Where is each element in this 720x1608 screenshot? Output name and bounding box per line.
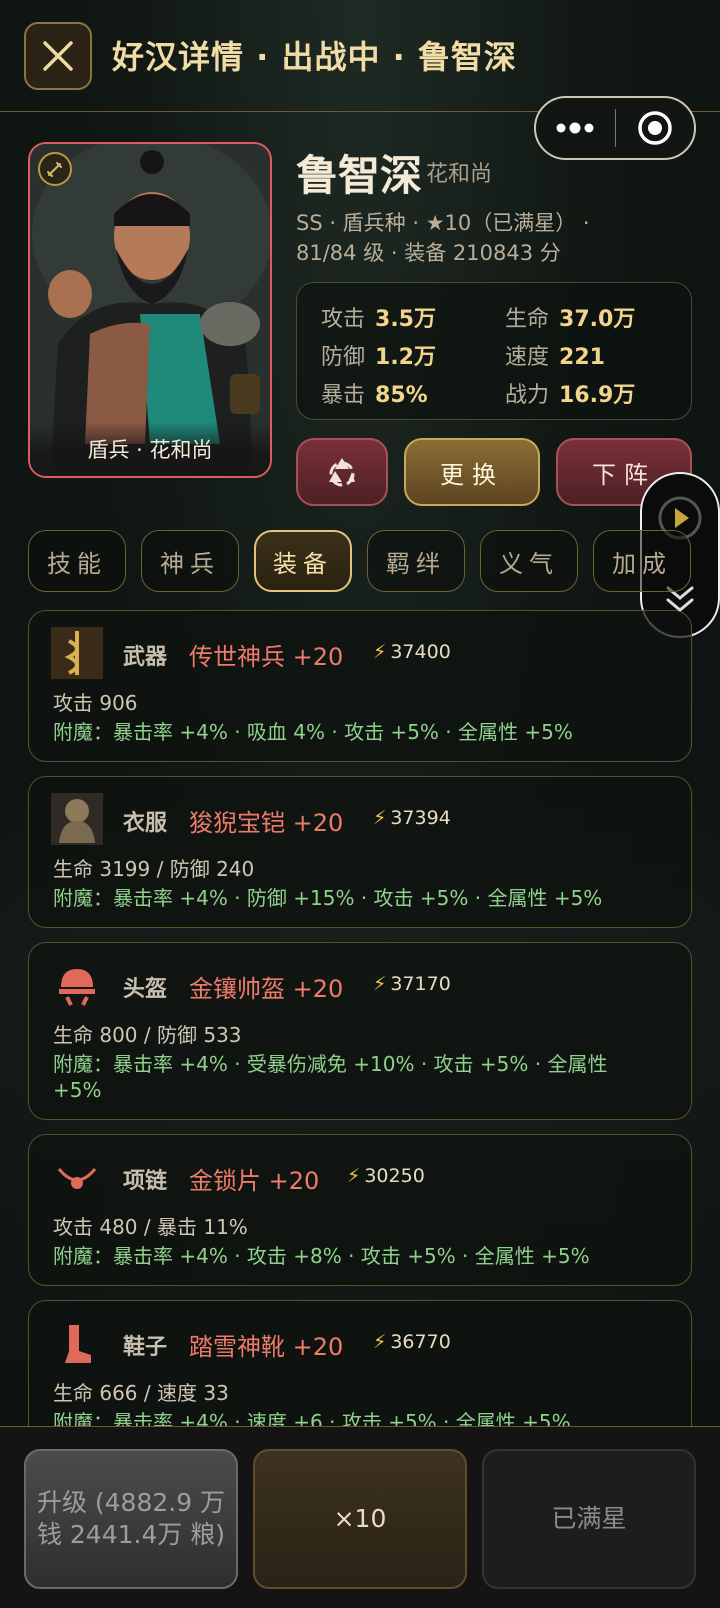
close-icon — [43, 41, 73, 71]
hero-meta: SS · 盾兵种 · ★10（已满星） · 81/84 级 · 装备 21084… — [296, 211, 590, 265]
necklace-icon — [51, 1151, 103, 1203]
target-icon — [638, 111, 672, 145]
tab-bonds[interactable]: 羁绊 — [367, 530, 465, 592]
stat-speed: 速度 221 — [505, 345, 605, 370]
equipment-item-boots[interactable]: 鞋子 踏雪神靴 +20 ⚡ 36770 生命 666 / 速度 33 附魔：暴击率… — [28, 1300, 692, 1426]
helmet-icon — [51, 959, 103, 1011]
equipment-enchant: 附魔：暴击率 +4% · 速度 +6 · 攻击 +5% · 全属性 +5% — [53, 1410, 571, 1426]
equipment-power: ⚡ 36770 — [373, 1331, 451, 1353]
hero-type-badge — [38, 152, 72, 186]
tab-loyalty[interactable]: 义气 — [480, 530, 578, 592]
equipment-enchant: 附魔：暴击率 +4% · 受暴伤减免 +10% · 攻击 +5% · 全属性 +… — [53, 1052, 608, 1102]
hero-nickname: 花和尚 — [426, 162, 493, 187]
recycle-button[interactable] — [296, 438, 388, 506]
equipment-slot: 鞋子 — [123, 1335, 168, 1360]
lightning-icon: ⚡ — [347, 1165, 361, 1187]
bottom-action-bar: 升级 (4882.9 万钱 2441.4万 粮) ×10 已满星 — [0, 1426, 720, 1608]
miniprogram-capsule — [534, 96, 696, 160]
upgrade-x10-button[interactable]: ×10 — [253, 1449, 467, 1589]
equipment-power: ⚡ 37400 — [373, 641, 451, 663]
tab-bonus[interactable]: 加成 — [593, 530, 691, 592]
equipment-item-necklace[interactable]: 项链 金锁片 +20 ⚡ 30250 攻击 480 / 暴击 11% 附魔：暴击率… — [28, 1134, 692, 1286]
hero-name: 鲁智深 — [296, 151, 423, 200]
lightning-icon: ⚡ — [373, 807, 387, 829]
stat-crit: 暴击 85% — [321, 383, 428, 408]
upgrade-button[interactable]: 升级 (4882.9 万钱 2441.4万 粮) — [24, 1449, 238, 1589]
equipment-slot: 衣服 — [123, 811, 168, 836]
equipment-power: ⚡ 30250 — [347, 1165, 425, 1187]
lightning-icon: ⚡ — [373, 973, 387, 995]
stat-power: 战力 16.9万 — [505, 383, 636, 408]
equipment-name: 金锁片 +20 — [189, 1167, 320, 1195]
boots-icon — [51, 1317, 103, 1369]
equipment-name: 金镶帅盔 +20 — [189, 975, 344, 1003]
exit-miniprogram-button[interactable] — [616, 110, 695, 146]
equipment-slot: 武器 — [123, 645, 168, 670]
stat-defense: 防御 1.2万 — [321, 345, 436, 370]
stats-panel: 攻击 3.5万 生命 37.0万 防御 1.2万 速度 221 暴击 85% 战力 16.9… — [296, 282, 692, 420]
equipment-power: ⚡ 37170 — [373, 973, 451, 995]
equipment-base-stats: 生命 3199 / 防御 240 — [53, 857, 255, 881]
equipment-list: 武器 传世神兵 +20 ⚡ 37400 攻击 906 附魔：暴击率 +4% · 吸… — [28, 610, 692, 1426]
equipment-base-stats: 生命 666 / 速度 33 — [53, 1381, 229, 1405]
equipment-power: ⚡ 37394 — [373, 807, 451, 829]
equipment-enchant: 附魔：暴击率 +4% · 吸血 4% · 攻击 +5% · 全属性 +5% — [53, 720, 573, 744]
lightning-icon: ⚡ — [373, 641, 387, 663]
more-button[interactable] — [536, 121, 615, 135]
weapon-icon — [51, 627, 103, 679]
lightning-icon: ⚡ — [373, 1331, 387, 1353]
star-maxed-button[interactable]: 已满星 — [482, 1449, 696, 1589]
tab-divine-weapon[interactable]: 神兵 — [141, 530, 239, 592]
equipment-base-stats: 攻击 906 — [53, 691, 138, 715]
sword-icon — [47, 162, 62, 177]
close-button[interactable] — [24, 22, 92, 90]
equipment-name: 狻猊宝铠 +20 — [189, 809, 344, 837]
equipment-item-weapon[interactable]: 武器 传世神兵 +20 ⚡ 37400 攻击 906 附魔：暴击率 +4% · 吸… — [28, 610, 692, 762]
more-icon — [556, 122, 594, 134]
recycle-icon — [329, 458, 355, 487]
detail-tabs: 技能 神兵 装备 羁绊 义气 加成 — [28, 530, 692, 592]
equipment-enchant: 附魔：暴击率 +4% · 防御 +15% · 攻击 +5% · 全属性 +5% — [53, 886, 603, 910]
armor-icon — [51, 793, 103, 845]
tab-skills[interactable]: 技能 — [28, 530, 126, 592]
tab-equipment[interactable]: 装备 — [254, 530, 352, 592]
page-title: 好汉详情 · 出战中 · 鲁智深 — [112, 38, 517, 76]
equipment-enchant: 附魔：暴击率 +4% · 攻击 +8% · 攻击 +5% · 全属性 +5% — [53, 1244, 590, 1268]
stat-attack: 攻击 3.5万 — [321, 307, 436, 332]
equipment-name: 传世神兵 +20 — [189, 643, 344, 671]
equipment-item-armor[interactable]: 衣服 狻猊宝铠 +20 ⚡ 37394 生命 3199 / 防御 240 附魔：暴… — [28, 776, 692, 928]
change-hero-button[interactable]: 更换 — [404, 438, 540, 506]
portrait-caption: 盾兵 · 花和尚 — [30, 422, 270, 476]
equipment-name: 踏雪神靴 +20 — [189, 1333, 344, 1361]
equipment-item-helmet[interactable]: 头盔 金镶帅盔 +20 ⚡ 37170 生命 800 / 防御 533 附魔：暴击… — [28, 942, 692, 1120]
equipment-slot: 头盔 — [123, 977, 168, 1002]
equipment-base-stats: 攻击 480 / 暴击 11% — [53, 1215, 248, 1239]
equipment-base-stats: 生命 800 / 防御 533 — [53, 1023, 242, 1047]
equipment-slot: 项链 — [123, 1169, 168, 1194]
hero-portrait-card[interactable]: 盾兵 · 花和尚 — [28, 142, 272, 478]
stat-hp: 生命 37.0万 — [505, 307, 636, 332]
